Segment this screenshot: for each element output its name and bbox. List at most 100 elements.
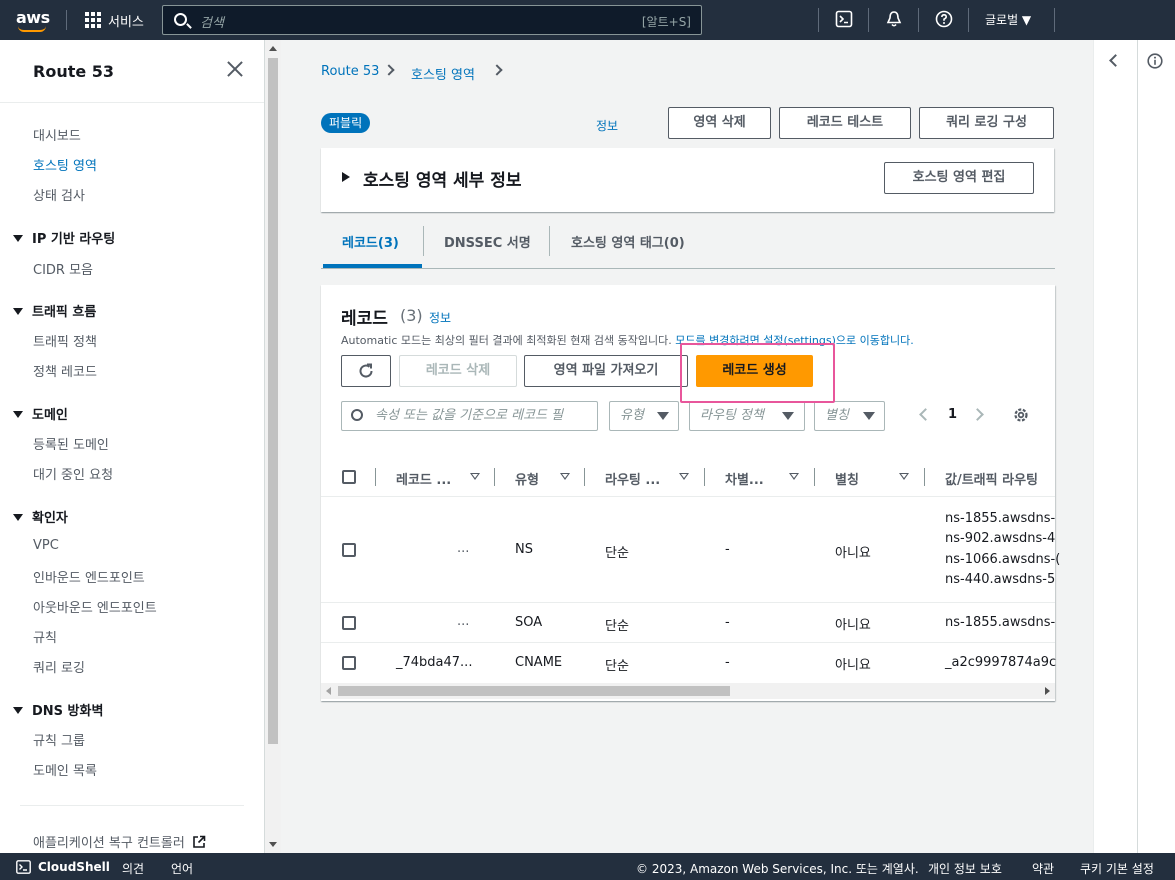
table-row[interactable]: ... SOA 단순 - 아니요 ns-1855.awsdns- bbox=[321, 603, 1055, 643]
table-row[interactable]: ... NS 단순 - 아니요 ns-1855.awsdns- ns-902.a… bbox=[321, 497, 1060, 603]
delete-record-button[interactable]: 레코드 삭제 bbox=[399, 355, 517, 387]
column-header-type[interactable]: 유형 bbox=[515, 469, 539, 488]
cloudshell-link[interactable]: CloudShell bbox=[38, 860, 110, 874]
cloudshell-icon[interactable] bbox=[834, 10, 854, 30]
sort-icon[interactable] bbox=[679, 473, 689, 480]
column-divider bbox=[924, 468, 925, 486]
type-filter-select[interactable]: 유형 bbox=[609, 401, 679, 431]
sidebar-item-hosted-zones[interactable]: 호스팅 영역 bbox=[33, 155, 97, 174]
edit-zone-button[interactable]: 호스팅 영역 편집 bbox=[884, 162, 1034, 194]
scroll-left-arrow[interactable] bbox=[326, 687, 331, 695]
caret-down-icon bbox=[13, 707, 23, 714]
cookie-preferences-link[interactable]: 쿠키 기본 설정 bbox=[1080, 860, 1154, 877]
services-grid-icon[interactable] bbox=[85, 12, 101, 28]
privacy-link[interactable]: 개인 정보 보호 bbox=[928, 860, 1002, 877]
records-info-link[interactable]: 정보 bbox=[429, 309, 451, 326]
sort-icon[interactable] bbox=[899, 473, 909, 480]
language-link[interactable]: 언어 bbox=[171, 860, 193, 877]
sidebar-item-cidr[interactable]: CIDR 모음 bbox=[33, 259, 93, 278]
region-selector[interactable]: 글로벌 ▼ bbox=[985, 11, 1031, 28]
services-menu[interactable]: 서비스 bbox=[108, 11, 144, 30]
sidebar-item-vpc[interactable]: VPC bbox=[33, 538, 59, 553]
refresh-button[interactable] bbox=[341, 355, 391, 387]
scroll-up-arrow[interactable] bbox=[269, 46, 277, 51]
import-zone-file-button[interactable]: 영역 파일 가져오기 bbox=[524, 355, 688, 387]
sidebar-item-policy-records[interactable]: 정책 레코드 bbox=[33, 361, 97, 380]
sort-icon[interactable] bbox=[789, 473, 799, 480]
cloudshell-footer-icon[interactable] bbox=[16, 860, 31, 877]
close-icon[interactable] bbox=[226, 60, 244, 78]
aws-logo-smile bbox=[18, 26, 46, 32]
search-icon bbox=[174, 13, 187, 26]
breadcrumb-hosted-zones[interactable]: 호스팅 영역 bbox=[411, 64, 475, 83]
routing-filter-select[interactable]: 라우팅 정책 bbox=[689, 401, 805, 431]
tab-tags[interactable]: 호스팅 영역 태그(0) bbox=[571, 232, 685, 251]
notifications-bell-icon[interactable] bbox=[884, 10, 904, 30]
sidebar-item-rules[interactable]: 규칙 bbox=[33, 627, 57, 646]
sidebar-section-traffic-flow[interactable]: 트래픽 흐름 bbox=[13, 301, 96, 320]
sidebar-section-domains[interactable]: 도메인 bbox=[13, 404, 68, 423]
alias-filter-label: 별칭 bbox=[825, 408, 849, 423]
info-link[interactable]: 정보 bbox=[596, 117, 618, 134]
row-checkbox[interactable] bbox=[342, 656, 356, 670]
collapse-chevron-left-icon[interactable] bbox=[1109, 54, 1122, 67]
scroll-right-arrow[interactable] bbox=[1045, 687, 1050, 695]
sidebar-scrollbar[interactable] bbox=[265, 40, 281, 853]
aws-logo[interactable]: aws bbox=[16, 8, 50, 27]
chevron-right-icon bbox=[491, 64, 503, 76]
row-checkbox[interactable] bbox=[342, 543, 356, 557]
sidebar-section-ip-routing[interactable]: IP 기반 라우팅 bbox=[13, 228, 115, 247]
sidebar-item-pending-requests[interactable]: 대기 중인 요청 bbox=[33, 464, 113, 483]
delete-zone-button[interactable]: 영역 삭제 bbox=[668, 107, 771, 139]
sidebar-item-query-logging[interactable]: 쿼리 로깅 bbox=[33, 657, 85, 676]
sidebar-section-resolver[interactable]: 확인자 bbox=[13, 507, 68, 526]
scrollbar-thumb[interactable] bbox=[338, 686, 730, 696]
sidebar-item-rule-groups[interactable]: 규칙 그룹 bbox=[33, 730, 85, 749]
tab-records[interactable]: 레코드(3) bbox=[342, 232, 399, 251]
sort-icon[interactable] bbox=[470, 473, 480, 480]
sidebar-item-registered-domains[interactable]: 등록된 도메인 bbox=[33, 434, 109, 453]
sort-icon[interactable] bbox=[560, 473, 570, 480]
column-header-routing[interactable]: 라우팅 ... bbox=[605, 469, 660, 488]
sidebar-section-dns-firewall[interactable]: DNS 방화벽 bbox=[13, 700, 103, 719]
record-filter-input[interactable]: 속성 또는 값을 기준으로 레코드 필 bbox=[341, 401, 598, 431]
column-header-alias[interactable]: 별칭 bbox=[835, 469, 859, 488]
value-cell-line: _a2c9997874a9c bbox=[945, 655, 1057, 670]
breadcrumb-route53[interactable]: Route 53 bbox=[321, 64, 379, 79]
alias-filter-select[interactable]: 별칭 bbox=[814, 401, 885, 431]
divider bbox=[1054, 8, 1055, 32]
record-type-cell: SOA bbox=[515, 615, 543, 630]
row-checkbox[interactable] bbox=[342, 616, 356, 630]
sidebar-item-health-checks[interactable]: 상태 검사 bbox=[33, 185, 85, 204]
column-header-differentiator[interactable]: 차별... bbox=[725, 469, 764, 488]
sidebar-item-outbound-endpoints[interactable]: 아웃바운드 엔드포인트 bbox=[33, 597, 157, 616]
table-horizontal-scrollbar[interactable] bbox=[321, 683, 1055, 699]
terms-link[interactable]: 약관 bbox=[1032, 860, 1054, 877]
details-title[interactable]: 호스팅 영역 세부 정보 bbox=[363, 166, 522, 191]
info-icon[interactable] bbox=[1147, 53, 1163, 73]
test-record-button[interactable]: 레코드 테스트 bbox=[779, 107, 911, 139]
feedback-link[interactable]: 의견 bbox=[122, 860, 144, 877]
sidebar-item-domain-lists[interactable]: 도메인 목록 bbox=[33, 760, 97, 779]
global-search-input[interactable]: 검색 [알트+S] bbox=[162, 5, 702, 35]
help-icon[interactable] bbox=[934, 10, 954, 30]
page-number[interactable]: 1 bbox=[948, 407, 957, 422]
sidebar-item-traffic-policies[interactable]: 트래픽 정책 bbox=[33, 331, 97, 350]
caret-right-icon[interactable] bbox=[342, 172, 350, 182]
caret-down-icon bbox=[657, 412, 669, 420]
sidebar-item-dashboard[interactable]: 대시보드 bbox=[33, 125, 81, 144]
sidebar-item-inbound-endpoints[interactable]: 인바운드 엔드포인트 bbox=[33, 567, 145, 586]
scroll-down-arrow[interactable] bbox=[269, 842, 277, 847]
query-logging-button[interactable]: 쿼리 로깅 구성 bbox=[919, 107, 1054, 139]
sidebar-title[interactable]: Route 53 bbox=[33, 62, 114, 81]
sidebar-item-arc[interactable]: 애플리케이션 복구 컨트롤러 bbox=[33, 832, 206, 851]
select-all-checkbox[interactable] bbox=[342, 470, 356, 484]
alias-cell: 아니요 bbox=[835, 658, 871, 673]
table-row[interactable]: _74bda47... CNAME 단순 - 아니요 _a2c9997874a9… bbox=[321, 643, 1057, 683]
settings-gear-icon[interactable] bbox=[1012, 406, 1030, 428]
tab-dnssec[interactable]: DNSSEC 서명 bbox=[444, 232, 531, 251]
search-icon bbox=[351, 409, 363, 421]
column-header-value[interactable]: 값/트래픽 라우팅 bbox=[945, 469, 1038, 488]
column-header-record-name[interactable]: 레코드 ... bbox=[396, 469, 451, 488]
scrollbar-thumb[interactable] bbox=[268, 58, 278, 744]
